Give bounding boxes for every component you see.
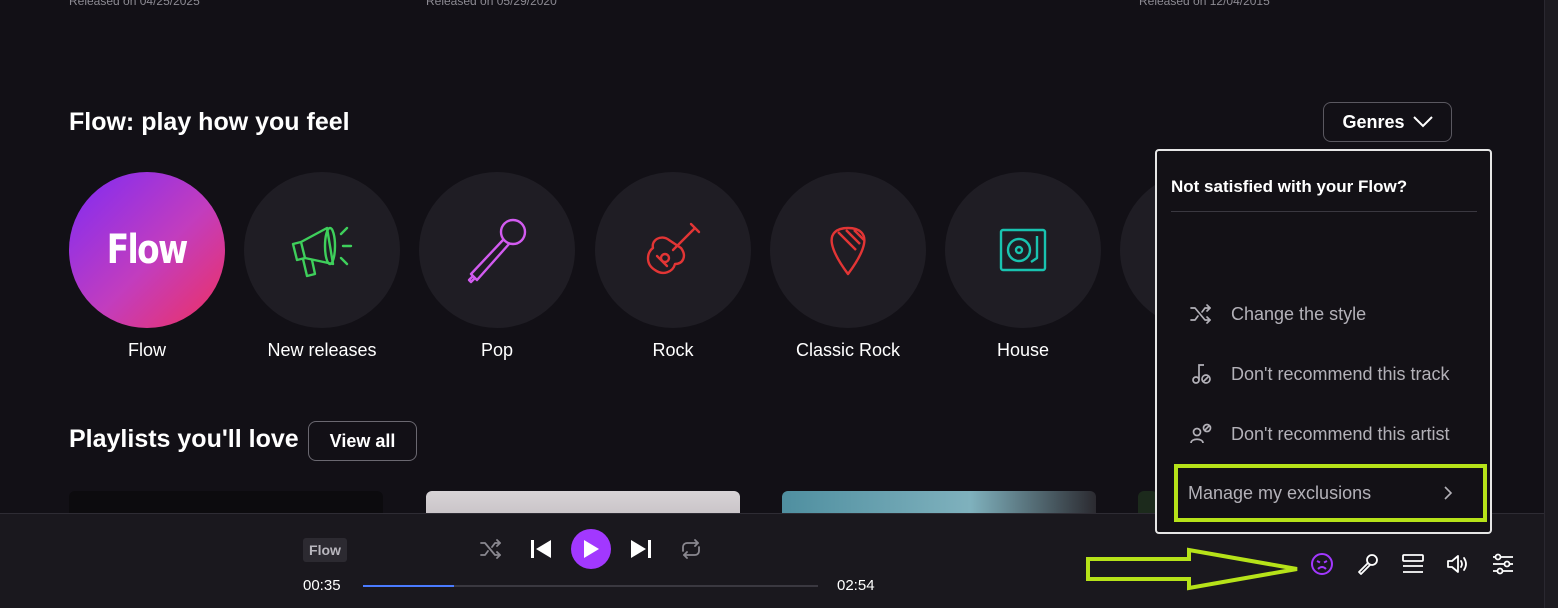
skip-previous-icon	[531, 540, 551, 558]
flow-logo: Flow	[69, 172, 225, 328]
release-date-1: Released on 04/25/2025	[69, 0, 200, 8]
shuffle-icon	[480, 539, 501, 559]
app-page: Released on 04/25/2025 Released on 05/29…	[0, 0, 1558, 608]
skip-next-icon	[631, 540, 651, 558]
tile-label: House	[996, 340, 1050, 360]
play-icon	[584, 540, 599, 558]
previous-button[interactable]	[528, 537, 554, 561]
shuffle-icon	[1190, 304, 1211, 324]
music-note-block-icon	[1192, 364, 1211, 384]
tile-label: Pop	[480, 340, 514, 360]
tile-circle	[770, 172, 926, 328]
elapsed-time: 00:35	[303, 577, 341, 594]
track-tag[interactable]: Flow	[303, 538, 347, 562]
chevron-down-icon	[1412, 116, 1433, 128]
repeat-icon	[682, 539, 700, 559]
queue-icon	[1402, 554, 1424, 573]
flow-mood-button[interactable]	[1309, 551, 1335, 577]
pop-tile[interactable]: Pop	[419, 172, 575, 361]
tile-label: Flow	[127, 340, 166, 360]
manage-exclusions-item[interactable]: Manage my exclusions	[1174, 464, 1487, 522]
annotation-arrow-icon	[1086, 547, 1298, 591]
divider	[1171, 211, 1477, 212]
volume-icon	[1447, 555, 1467, 573]
progress-bar[interactable]	[363, 585, 818, 587]
tile-label: Rock	[652, 340, 694, 360]
flow-tile[interactable]: Flow Flow	[69, 172, 225, 361]
release-date-2: Released on 05/29/2020	[426, 0, 557, 8]
play-button[interactable]	[571, 529, 611, 569]
equalizer-sliders-icon	[1493, 553, 1513, 575]
menu-item-label: Change the style	[1231, 303, 1367, 324]
release-date-3: Released on 12/04/2015	[1139, 0, 1270, 8]
rock-tile[interactable]: Rock	[595, 172, 751, 361]
progress-fill	[363, 585, 454, 587]
frowning-face-icon	[1311, 553, 1333, 575]
megaphone-icon	[291, 226, 353, 278]
settings-button[interactable]	[1490, 551, 1516, 577]
house-tile[interactable]: House	[945, 172, 1101, 361]
new-releases-tile[interactable]: New releases	[244, 172, 400, 361]
flow-feedback-popup: Not satisfied with your Flow? Change the…	[1155, 149, 1492, 534]
user-block-icon	[1190, 423, 1212, 444]
turntable-icon	[999, 228, 1047, 272]
change-style-item[interactable]: Change the style	[1171, 294, 1477, 334]
dont-recommend-track-item[interactable]: Don't recommend this track	[1171, 354, 1477, 394]
tile-circle	[945, 172, 1101, 328]
tile-circle	[1120, 172, 1160, 328]
genres-dropdown-button[interactable]: Genres	[1323, 102, 1452, 142]
menu-item-label: Don't recommend this track	[1231, 363, 1450, 384]
popup-title: Not satisfied with your Flow?	[1171, 177, 1408, 196]
lyrics-button[interactable]	[1355, 551, 1381, 577]
tile-label: New releases	[267, 340, 377, 360]
dont-recommend-artist-item[interactable]: Don't recommend this artist	[1171, 414, 1477, 454]
chevron-right-icon	[1444, 486, 1453, 500]
total-duration: 02:54	[837, 577, 875, 594]
next-tile-partial[interactable]	[1120, 172, 1160, 328]
tile-circle	[419, 172, 575, 328]
scrollbar[interactable]	[1544, 0, 1558, 608]
flow-logo-text: Flow	[107, 227, 189, 273]
queue-button[interactable]	[1400, 551, 1426, 577]
tile-label: Classic Rock	[795, 340, 901, 360]
volume-button[interactable]	[1445, 551, 1471, 577]
view-all-button[interactable]: View all	[308, 421, 417, 461]
guitar-icon	[646, 222, 701, 275]
repeat-button[interactable]	[678, 537, 704, 561]
genres-label: Genres	[1342, 111, 1405, 132]
tile-circle	[595, 172, 751, 328]
menu-item-label: Don't recommend this artist	[1231, 423, 1450, 444]
microphone-icon	[1358, 554, 1378, 575]
playlists-section-title: Playlists you'll love	[69, 425, 299, 453]
tile-circle	[244, 172, 400, 328]
guitar-pick-icon	[830, 226, 866, 276]
classic-rock-tile[interactable]: Classic Rock	[770, 172, 926, 361]
shuffle-button[interactable]	[478, 537, 504, 561]
flow-section-title: Flow: play how you feel	[69, 108, 350, 136]
next-button[interactable]	[628, 537, 654, 561]
microphone-icon	[467, 218, 527, 284]
manage-exclusions-label: Manage my exclusions	[1188, 482, 1372, 503]
